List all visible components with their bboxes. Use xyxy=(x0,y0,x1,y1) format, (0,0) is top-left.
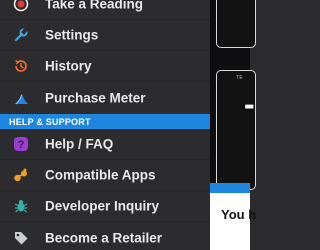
menu-item-purchase-meter[interactable]: Purchase Meter xyxy=(0,82,210,113)
tag-icon xyxy=(12,229,30,247)
menu-item-label: Become a Retailer xyxy=(45,230,163,245)
menu-item-help-faq[interactable]: ? Help / FAQ xyxy=(0,129,210,160)
accent-bar xyxy=(210,183,250,193)
history-icon xyxy=(12,57,30,75)
wrench-icon xyxy=(12,26,30,44)
meter-icon xyxy=(12,89,30,107)
menu-item-label: Take a Reading xyxy=(45,0,144,12)
section-header-help-support: HELP & SUPPORT xyxy=(0,114,210,129)
menu-item-settings[interactable]: Settings xyxy=(0,20,210,51)
svg-text:?: ? xyxy=(18,139,25,151)
menu-item-label: Settings xyxy=(45,27,99,43)
apps-icon xyxy=(12,166,30,184)
navigation-drawer: Take a Reading Settings History Purchase… xyxy=(0,0,210,250)
menu-item-developer-inquiry[interactable]: Developer Inquiry xyxy=(0,191,210,222)
menu-item-become-retailer[interactable]: Become a Retailer xyxy=(0,222,210,250)
menu-item-label: Purchase Meter xyxy=(45,90,146,105)
question-icon: ? xyxy=(12,135,30,153)
card-value: - xyxy=(244,86,255,122)
info-panel-text: You h xyxy=(221,207,257,222)
bug-icon xyxy=(12,197,30,215)
menu-item-history[interactable]: History xyxy=(0,51,210,82)
card-label: TE xyxy=(236,75,243,81)
menu-item-label: Help / FAQ xyxy=(45,136,114,152)
reading-card-top xyxy=(216,0,256,48)
menu-item-label: Compatible Apps xyxy=(45,167,156,183)
menu-item-label: History xyxy=(45,58,92,74)
menu-item-compatible-apps[interactable]: Compatible Apps xyxy=(0,160,210,191)
record-icon xyxy=(12,0,30,13)
menu-item-label: Developer Inquiry xyxy=(45,198,160,214)
menu-item-take-reading[interactable]: Take a Reading xyxy=(0,0,210,20)
